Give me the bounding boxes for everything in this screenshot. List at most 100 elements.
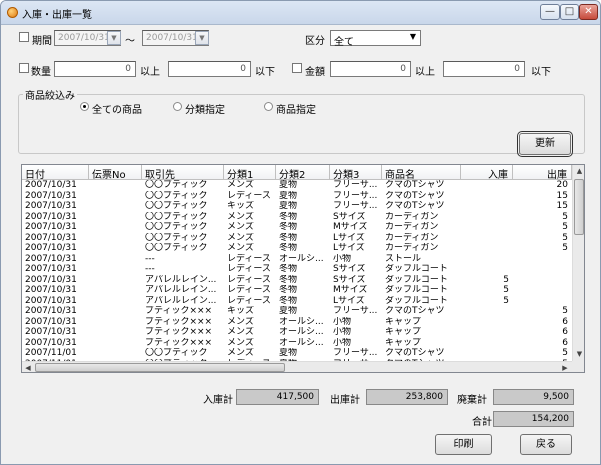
cell-customer: ブティック××× <box>145 316 213 327</box>
table-row[interactable]: 2007/10/31 〇〇ブティック メンズ 冬物 Lサイズ カーディガン 5 <box>22 233 572 244</box>
header-slip-no[interactable]: 伝票No <box>89 165 142 180</box>
table-row[interactable]: 2007/10/31 〇〇ブティック キッズ 夏物 フリーサ... クマのTシャツ 15 <box>22 201 572 212</box>
in-total-label: 入庫計 <box>203 395 233 406</box>
vertical-scrollbar[interactable]: ▲ ▼ <box>572 165 584 361</box>
radio-all-products[interactable] <box>80 102 89 111</box>
back-button[interactable]: 戻る <box>520 434 572 455</box>
cell-class2: 夏物 <box>279 201 298 211</box>
out-total-label: 出庫計 <box>330 395 360 406</box>
radio-all-products-label[interactable]: 全ての商品 <box>92 101 142 116</box>
cell-out: 6 <box>562 327 568 337</box>
header-date[interactable]: 日付 <box>22 165 89 180</box>
cell-class3: フリーサ... <box>333 348 378 358</box>
cell-slip-no <box>89 243 142 254</box>
cell-customer: 〇〇ブティック <box>145 232 208 243</box>
cell-out: 15 <box>556 190 568 201</box>
scroll-up-icon[interactable]: ▲ <box>573 165 584 178</box>
cell-class2: 冬物 <box>279 232 298 243</box>
grid-body: 2007/10/31 〇〇ブティック メンズ 夏物 フリーサ... クマのTシャツ 20 20… <box>22 180 572 369</box>
cell-class1: レディース <box>227 190 271 201</box>
cell-in <box>461 233 513 244</box>
table-row[interactable]: 2007/10/31 〇〇ブティック レディース 夏物 フリーサ... クマのTシャツ 15 <box>22 191 572 202</box>
cell-customer: アパレルレイン... <box>145 295 217 306</box>
cell-slip-no <box>89 275 142 286</box>
cell-customer: ブティック××× <box>145 327 213 337</box>
table-row[interactable]: 2007/11/01 〇〇ブティック メンズ 夏物 フリーサ... クマのTシャツ 5 <box>22 348 572 359</box>
table-row[interactable]: 2007/10/31 アパレルレイン... レディース 冬物 Lサイズ ダッフルコート 5 <box>22 296 572 307</box>
header-class3[interactable]: 分類3 <box>330 165 382 180</box>
quantity-checkbox[interactable] <box>19 63 29 73</box>
quantity-max-field[interactable]: 0 <box>168 61 251 77</box>
cell-out: 5 <box>562 211 568 222</box>
cell-customer: 〇〇ブティック <box>145 211 208 222</box>
cell-class1: レディース <box>227 274 271 285</box>
vertical-scroll-thumb[interactable] <box>574 179 584 235</box>
amount-max-field[interactable]: 0 <box>443 61 525 77</box>
header-in[interactable]: 入庫 <box>461 165 513 180</box>
header-class2[interactable]: 分類2 <box>276 165 330 180</box>
header-customer[interactable]: 取引先 <box>142 165 224 180</box>
table-row[interactable]: 2007/10/31 --- レディース オールシ... 小物 ストール <box>22 254 572 265</box>
cell-out <box>513 275 572 286</box>
amount-min-field[interactable]: 0 <box>330 61 411 77</box>
horizontal-scroll-thumb[interactable] <box>35 363 285 372</box>
cell-class1: レディース <box>227 264 271 274</box>
maximize-button[interactable]: □ <box>560 4 579 20</box>
print-button[interactable]: 印刷 <box>435 434 492 455</box>
cell-out: 5 <box>562 232 568 243</box>
cell-product: ストール <box>385 253 422 264</box>
radio-product[interactable] <box>264 102 273 111</box>
cell-class1: メンズ <box>227 337 254 348</box>
close-button[interactable]: ✕ <box>579 4 598 20</box>
table-row[interactable]: 2007/10/31 ブティック××× メンズ オールシ... 小物 キャップ 6 <box>22 338 572 349</box>
cell-class2: 冬物 <box>279 264 298 274</box>
cell-date: 2007/10/31 <box>25 222 77 232</box>
header-class1[interactable]: 分類1 <box>224 165 276 180</box>
radio-category[interactable] <box>173 102 182 111</box>
date-from-dropdown-icon[interactable]: ▼ <box>107 31 121 45</box>
table-row[interactable]: 2007/10/31 アパレルレイン... レディース 冬物 Mサイズ ダッフルコート 5 <box>22 285 572 296</box>
category-select[interactable]: 全て ▼ <box>330 30 421 48</box>
header-product[interactable]: 商品名 <box>382 165 461 180</box>
horizontal-scrollbar[interactable]: ◀ ▶ <box>22 361 572 372</box>
cell-class3: フリーサ... <box>333 201 378 211</box>
table-row[interactable]: 2007/10/31 ブティック××× キッズ 夏物 フリーサ... クマのTシャツ 5 <box>22 306 572 317</box>
cell-class3: 小物 <box>333 327 352 337</box>
refresh-button[interactable]: 更新 <box>517 131 573 157</box>
scroll-right-icon[interactable]: ▶ <box>559 362 571 372</box>
date-to-dropdown-icon[interactable]: ▼ <box>195 31 209 45</box>
radio-category-label[interactable]: 分類指定 <box>185 101 225 116</box>
scroll-left-icon[interactable]: ◀ <box>22 362 34 372</box>
table-row[interactable]: 2007/10/31 ブティック××× メンズ オールシ... 小物 キャップ 6 <box>22 317 572 328</box>
cell-customer: 〇〇ブティック <box>145 180 208 190</box>
quantity-min-suffix: 以上 <box>140 67 160 78</box>
cell-slip-no <box>89 348 142 359</box>
cell-class1: メンズ <box>227 316 254 327</box>
table-row[interactable]: 2007/10/31 --- レディース 冬物 Sサイズ ダッフルコート <box>22 264 572 275</box>
table-row[interactable]: 2007/10/31 アパレルレイン... レディース 冬物 Sサイズ ダッフルコート 5 <box>22 275 572 286</box>
minimize-button[interactable]: — <box>540 4 560 20</box>
table-row[interactable]: 2007/10/31 〇〇ブティック メンズ 冬物 Lサイズ カーディガン 5 <box>22 243 572 254</box>
cell-out <box>513 285 572 296</box>
quantity-min-field[interactable]: 0 <box>54 61 136 77</box>
table-row[interactable]: 2007/10/31 〇〇ブティック メンズ 夏物 フリーサ... クマのTシャツ 20 <box>22 180 572 191</box>
cell-customer: アパレルレイン... <box>145 274 217 285</box>
table-row[interactable]: 2007/10/31 〇〇ブティック メンズ 冬物 Mサイズ カーディガン 5 <box>22 222 572 233</box>
scroll-down-icon[interactable]: ▼ <box>573 348 584 361</box>
data-grid[interactable]: 日付 伝票No 取引先 分類1 分類2 分類3 商品名 入庫 出庫 2007/1… <box>21 164 585 373</box>
cell-class2: 冬物 <box>279 211 298 222</box>
table-row[interactable]: 2007/10/31 〇〇ブティック メンズ 冬物 Sサイズ カーディガン 5 <box>22 212 572 223</box>
cell-date: 2007/10/31 <box>25 180 77 190</box>
quantity-label: 数量 <box>31 67 51 78</box>
cell-date: 2007/10/31 <box>25 295 77 306</box>
cell-product: ダッフルコート <box>385 285 448 295</box>
cell-date: 2007/10/31 <box>25 274 77 285</box>
table-row[interactable]: 2007/10/31 ブティック××× メンズ オールシ... 小物 キャップ 6 <box>22 327 572 338</box>
grand-total-label: 合計 <box>472 417 492 428</box>
period-checkbox[interactable] <box>19 32 29 42</box>
cell-slip-no <box>89 254 142 265</box>
amount-checkbox[interactable] <box>292 63 302 73</box>
category-label: 区分 <box>305 36 325 47</box>
radio-product-label[interactable]: 商品指定 <box>276 101 316 116</box>
header-out[interactable]: 出庫 <box>513 165 572 180</box>
